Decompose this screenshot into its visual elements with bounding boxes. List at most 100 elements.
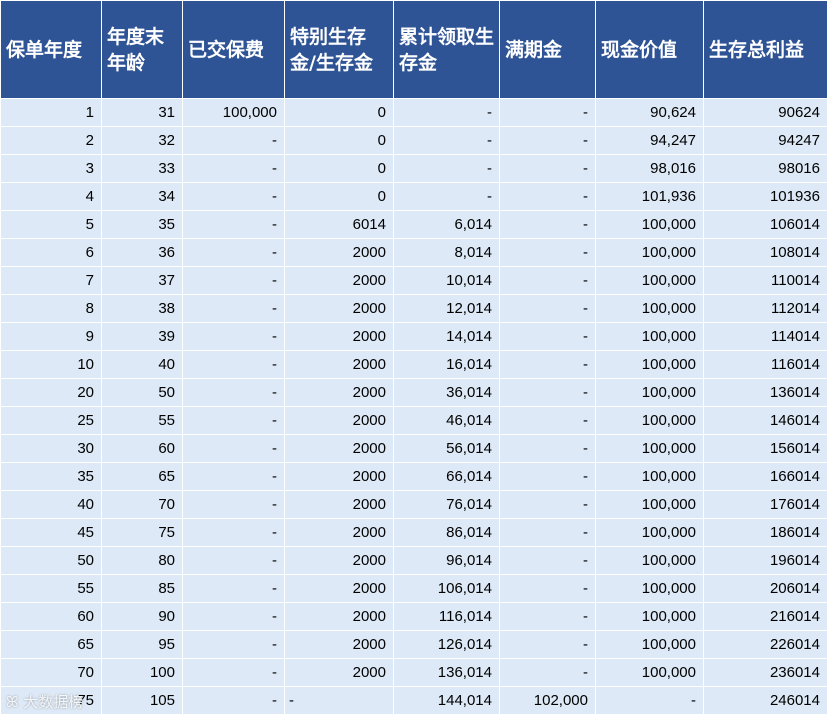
- cell-policy-year: 65: [0, 630, 102, 659]
- cell-age: 60: [101, 434, 183, 463]
- cell-cumulative-survival: -: [393, 126, 500, 155]
- cell-policy-year: 2: [0, 126, 102, 155]
- cell-maturity-benefit: -: [499, 154, 596, 183]
- cell-cumulative-survival: 36,014: [393, 378, 500, 407]
- cell-cash-value: 100,000: [595, 630, 704, 659]
- cell-maturity-benefit: -: [499, 378, 596, 407]
- table-body: 1 31 100,000 0- -90,624 90624 2 32-0- -94,247 942…: [0, 98, 827, 715]
- table-row: 55 85-2000 106,014-100,000 206014: [0, 574, 827, 603]
- cell-age: 65: [101, 462, 183, 491]
- cell-age: 70: [101, 490, 183, 519]
- cell-premium-paid: -: [182, 462, 285, 491]
- cell-maturity-benefit: -: [499, 350, 596, 379]
- cell-cash-value: 100,000: [595, 462, 704, 491]
- cell-cumulative-survival: -: [393, 182, 500, 211]
- cell-cumulative-survival: 96,014: [393, 546, 500, 575]
- cell-survival-benefit: 2000: [284, 490, 394, 519]
- cell-age: 95: [101, 630, 183, 659]
- cell-cumulative-survival: 56,014: [393, 434, 500, 463]
- cell-maturity-benefit: -: [499, 490, 596, 519]
- cell-policy-year: 35: [0, 462, 102, 491]
- col-header-cash-value: 现金价值: [595, 0, 704, 99]
- cell-age: 55: [101, 406, 183, 435]
- table-row: 30 60-2000 56,014-100,000 156014: [0, 434, 827, 463]
- cell-total-benefit: 176014: [703, 490, 827, 519]
- cell-cash-value: 90,624: [595, 98, 704, 127]
- table-row: 70 100-2000 136,014-100,000 236014: [0, 658, 827, 687]
- cell-cash-value: 98,016: [595, 154, 704, 183]
- cell-maturity-benefit: -: [499, 238, 596, 267]
- cell-cash-value: 100,000: [595, 434, 704, 463]
- cell-age: 80: [101, 546, 183, 575]
- cell-premium-paid: -: [182, 406, 285, 435]
- cell-age: 36: [101, 238, 183, 267]
- cell-premium-paid: -: [182, 490, 285, 519]
- table-row: 9 39-2000 14,014-100,000 114014: [0, 322, 827, 351]
- header-row: 保单年度 年度末年龄 已交保费 特别生存金/生存金 累计领取生存金 满期金 现金…: [0, 0, 827, 99]
- cell-maturity-benefit: -: [499, 98, 596, 127]
- cell-age: 75: [101, 518, 183, 547]
- table-row: 5 35-6014 6,014-100,000 106014: [0, 210, 827, 239]
- table-row: 50 80-2000 96,014-100,000 196014: [0, 546, 827, 575]
- cell-policy-year: 7: [0, 266, 102, 295]
- table-row: 7 37-2000 10,014-100,000 110014: [0, 266, 827, 295]
- cell-total-benefit: 226014: [703, 630, 827, 659]
- cell-policy-year: 25: [0, 406, 102, 435]
- cell-policy-year: 4: [0, 182, 102, 211]
- table-row: 4 34-0- -101,936 101936: [0, 182, 827, 211]
- col-header-age: 年度末年龄: [101, 0, 183, 99]
- cell-survival-benefit: 2000: [284, 658, 394, 687]
- cell-cumulative-survival: 66,014: [393, 462, 500, 491]
- cell-cumulative-survival: 10,014: [393, 266, 500, 295]
- cell-total-benefit: 112014: [703, 294, 827, 323]
- cell-cumulative-survival: 14,014: [393, 322, 500, 351]
- cell-policy-year: 45: [0, 518, 102, 547]
- table-row: 10 40-2000 16,014-100,000 116014: [0, 350, 827, 379]
- cell-age: 34: [101, 182, 183, 211]
- cell-maturity-benefit: -: [499, 210, 596, 239]
- cell-policy-year: 50: [0, 546, 102, 575]
- cell-premium-paid: -: [182, 322, 285, 351]
- cell-maturity-benefit: -: [499, 322, 596, 351]
- cell-total-benefit: 156014: [703, 434, 827, 463]
- cell-cumulative-survival: 12,014: [393, 294, 500, 323]
- cell-cumulative-survival: 8,014: [393, 238, 500, 267]
- cell-cumulative-survival: 136,014: [393, 658, 500, 687]
- cell-survival-benefit: 2000: [284, 294, 394, 323]
- cell-cash-value: 100,000: [595, 574, 704, 603]
- cell-total-benefit: 236014: [703, 658, 827, 687]
- cell-maturity-benefit: 102,000: [499, 686, 596, 715]
- cell-cash-value: -: [595, 686, 704, 715]
- cell-cumulative-survival: -: [393, 154, 500, 183]
- cell-survival-benefit: 2000: [284, 630, 394, 659]
- cell-policy-year: 3: [0, 154, 102, 183]
- cell-total-benefit: 101936: [703, 182, 827, 211]
- cell-policy-year: 8: [0, 294, 102, 323]
- cell-survival-benefit: 0: [284, 154, 394, 183]
- cell-policy-year: 30: [0, 434, 102, 463]
- cell-cash-value: 100,000: [595, 266, 704, 295]
- cell-premium-paid: -: [182, 294, 285, 323]
- table-row: 2 32-0- -94,247 94247: [0, 126, 827, 155]
- cell-premium-paid: -: [182, 154, 285, 183]
- table-row: 25 55-2000 46,014-100,000 146014: [0, 406, 827, 435]
- cell-total-benefit: 108014: [703, 238, 827, 267]
- cell-age: 32: [101, 126, 183, 155]
- col-header-premium-paid: 已交保费: [182, 0, 285, 99]
- table-row: 20 50-2000 36,014-100,000 136014: [0, 378, 827, 407]
- cell-survival-benefit: 2000: [284, 350, 394, 379]
- cell-survival-benefit: 2000: [284, 434, 394, 463]
- cell-policy-year: 20: [0, 378, 102, 407]
- cell-policy-year: 40: [0, 490, 102, 519]
- cell-cash-value: 100,000: [595, 602, 704, 631]
- cell-policy-year: 60: [0, 602, 102, 631]
- cell-age: 33: [101, 154, 183, 183]
- cell-cash-value: 100,000: [595, 518, 704, 547]
- table-row: 8 38-2000 12,014-100,000 112014: [0, 294, 827, 323]
- cell-age: 35: [101, 210, 183, 239]
- cell-cash-value: 100,000: [595, 546, 704, 575]
- cell-cumulative-survival: 86,014: [393, 518, 500, 547]
- cell-policy-year: 75: [0, 686, 102, 715]
- col-header-total-benefit: 生存总利益: [703, 0, 827, 99]
- table-row: 65 95-2000 126,014-100,000 226014: [0, 630, 827, 659]
